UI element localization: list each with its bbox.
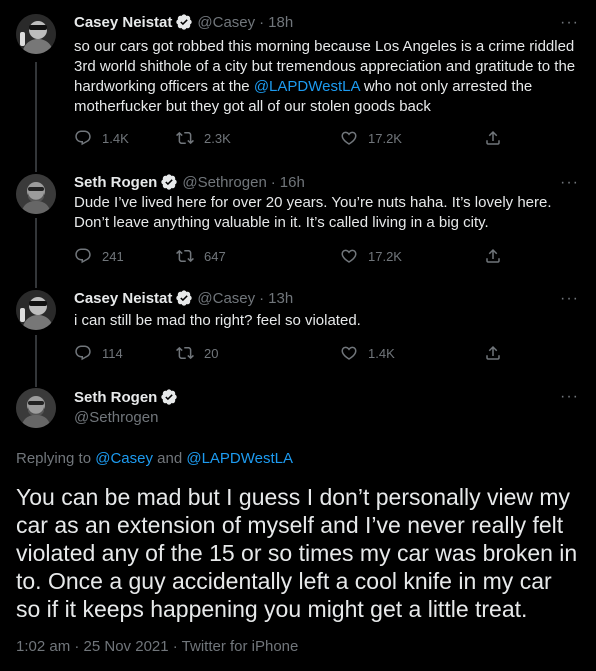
tweet-item[interactable]: Casey Neistat @Casey · 18h ··· so our ca… (0, 0, 596, 160)
tweet-item[interactable]: Seth Rogen @Sethrogen · 16h ··· Dude I’v… (0, 160, 596, 280)
separator-dot: · (270, 173, 276, 191)
share-button[interactable] (484, 247, 512, 265)
share-icon (484, 247, 502, 265)
like-icon (340, 344, 358, 362)
retweet-button[interactable]: 20 (176, 344, 218, 362)
retweet-count: 647 (204, 248, 226, 264)
avatar-casey[interactable] (16, 290, 56, 330)
retweet-button[interactable]: 647 (176, 247, 226, 265)
tweet-time[interactable]: 13h (268, 290, 293, 307)
share-button[interactable] (484, 129, 512, 147)
share-icon (484, 129, 502, 147)
verified-badge-icon (160, 173, 178, 191)
tweet-time[interactable]: 16h (280, 174, 305, 191)
like-count: 1.4K (368, 345, 395, 361)
verified-badge-icon (175, 13, 193, 31)
author-handle[interactable]: @Casey (197, 290, 255, 307)
like-button[interactable]: 1.4K (340, 344, 395, 362)
retweet-count: 20 (204, 345, 219, 361)
reply-count: 1.4K (102, 130, 129, 146)
like-count: 17.2K (368, 130, 402, 146)
share-button[interactable] (484, 344, 512, 362)
more-icon[interactable]: ··· (560, 291, 578, 312)
reply-icon (74, 247, 92, 265)
tweet-text: so our cars got robbed this morning beca… (74, 37, 580, 117)
focused-tweet-text: You can be mad but I guess I don’t perso… (16, 484, 578, 622)
tweet-header: Casey Neistat @Casey · 18h (74, 12, 293, 32)
tweet-time[interactable]: 18h (268, 14, 293, 31)
avatar-seth[interactable] (16, 388, 56, 428)
reply-count: 241 (102, 248, 124, 264)
avatar-seth[interactable] (16, 174, 56, 214)
tweet-header: Casey Neistat @Casey · 13h (74, 288, 293, 308)
author-name[interactable]: Casey Neistat (74, 14, 172, 31)
author-handle[interactable]: @Casey (197, 14, 255, 31)
more-icon[interactable]: ··· (560, 15, 578, 36)
reply-icon (74, 129, 92, 147)
tweet-text: i can still be mad tho right? feel so vi… (74, 312, 361, 329)
tweet-header: Seth Rogen @Sethrogen · 16h (74, 172, 305, 192)
retweet-icon (176, 129, 194, 147)
separator-dot: · (259, 13, 265, 31)
reply-count: 114 (102, 345, 123, 361)
verified-badge-icon (160, 388, 178, 406)
like-icon (340, 247, 358, 265)
mention-link[interactable]: @Casey (95, 450, 153, 467)
share-icon (484, 344, 502, 362)
retweet-icon (176, 344, 194, 362)
author-name[interactable]: Seth Rogen (74, 389, 157, 406)
tweet-actions: 1.4K 2.3K 17.2K (74, 128, 514, 148)
reply-button[interactable]: 114 (74, 344, 123, 362)
like-button[interactable]: 17.2K (340, 247, 402, 265)
replying-to: Replying to @Casey and @LAPDWestLA (16, 450, 293, 467)
tweet-item[interactable]: Casey Neistat @Casey · 13h ··· i can sti… (0, 278, 596, 378)
like-count: 17.2K (368, 248, 402, 264)
retweet-icon (176, 247, 194, 265)
tweet-actions: 241 647 17.2K (74, 246, 514, 266)
mention-link[interactable]: @LAPDWestLA (254, 78, 360, 95)
reply-icon (74, 344, 92, 362)
author-handle[interactable]: @Sethrogen (182, 174, 266, 191)
like-button[interactable]: 17.2K (340, 129, 402, 147)
author-handle[interactable]: @Sethrogen (74, 409, 158, 426)
replying-prefix: Replying to (16, 450, 96, 467)
retweet-button[interactable]: 2.3K (176, 129, 231, 147)
author-name-row: Seth Rogen (74, 388, 178, 406)
tweet-text: Dude I’ve lived here for over 20 years. … (74, 194, 552, 231)
retweet-count: 2.3K (204, 130, 231, 146)
verified-badge-icon (175, 289, 193, 307)
tweet-timestamp[interactable]: 1:02 am · 25 Nov 2021 · Twitter for iPho… (16, 638, 298, 655)
mention-link[interactable]: @LAPDWestLA (186, 450, 293, 467)
avatar-casey[interactable] (16, 14, 56, 54)
author-name[interactable]: Seth Rogen (74, 174, 157, 191)
more-icon[interactable]: ··· (560, 389, 578, 410)
replying-and: and (152, 450, 187, 467)
like-icon (340, 129, 358, 147)
separator-dot: · (259, 289, 265, 307)
tweet-actions: 114 20 1.4K (74, 343, 514, 363)
author-name[interactable]: Casey Neistat (74, 290, 172, 307)
reply-button[interactable]: 241 (74, 247, 124, 265)
reply-button[interactable]: 1.4K (74, 129, 129, 147)
